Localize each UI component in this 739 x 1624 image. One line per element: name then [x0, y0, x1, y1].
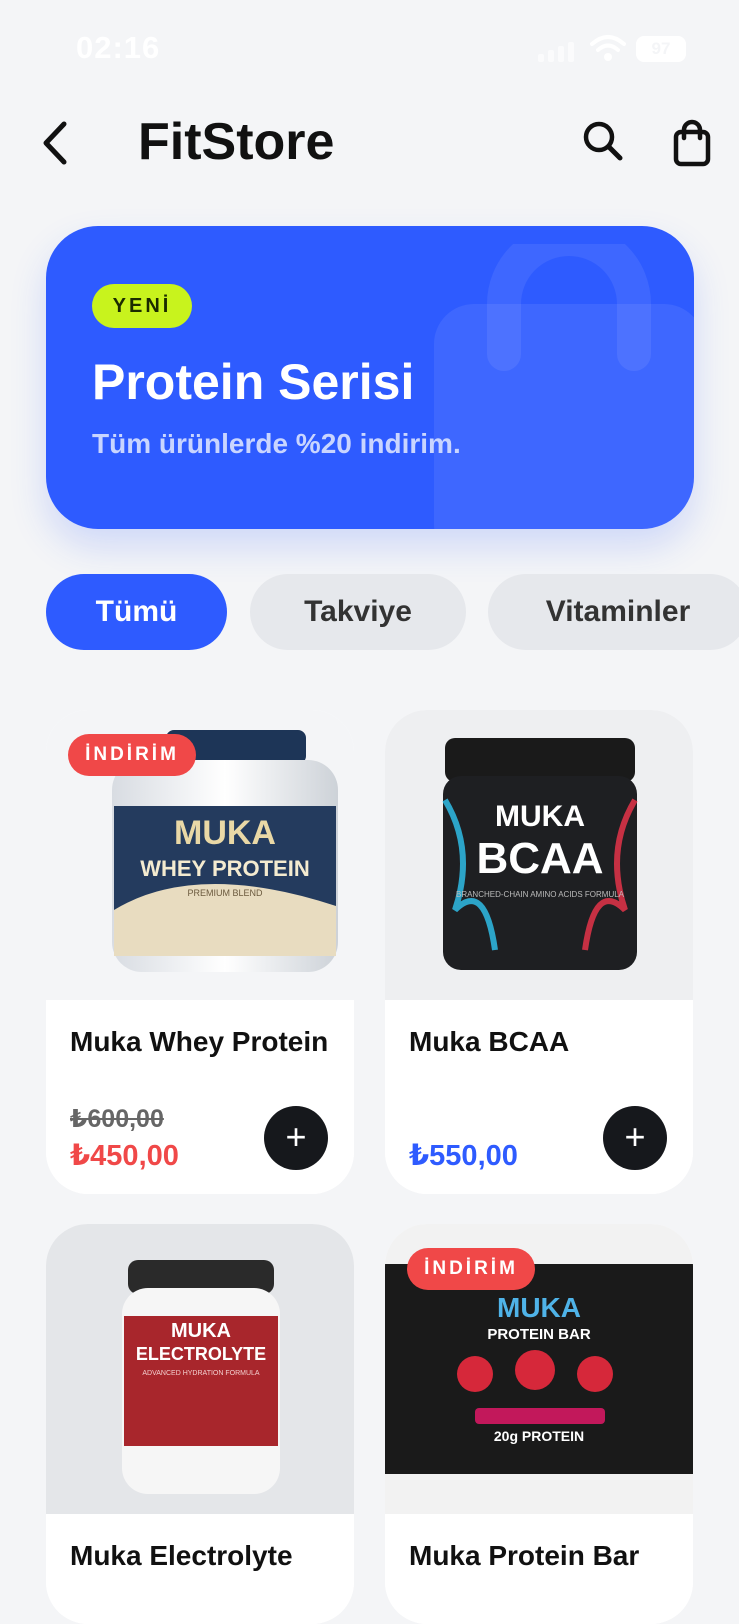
product-image — [46, 1224, 354, 1514]
add-to-cart-button[interactable]: + — [603, 1106, 667, 1170]
product-info: Muka Electrolyte — [46, 1514, 354, 1624]
add-to-cart-button[interactable]: + — [264, 1106, 328, 1170]
old-price: ₺600,00 — [70, 1105, 164, 1133]
product-info: Muka Protein Bar — [385, 1514, 693, 1624]
cart-button[interactable] — [670, 118, 716, 168]
product-name: Muka Whey Protein — [70, 1026, 329, 1057]
chip-all[interactable]: Tümü — [46, 574, 227, 650]
product-card[interactable]: MUKA BCAA BRANCHED-CHAIN AMINO ACIDS FOR… — [385, 710, 693, 1194]
product-name: Muka Protein Bar — [409, 1540, 640, 1571]
product-card[interactable]: İNDİRİM MUKA WHEY PROTEIN PREMIUM BLEND … — [46, 710, 354, 1194]
category-chips: Tümü Takviye Vitaminler — [0, 574, 739, 652]
bag-watermark-icon — [434, 244, 694, 529]
shopping-bag-icon — [673, 119, 711, 167]
product-price: ₺550,00 — [409, 1140, 518, 1172]
product-name: Muka Electrolyte — [70, 1540, 293, 1571]
promo-banner[interactable]: YENİ Protein Serisi Tüm ürünlerde %20 in… — [46, 226, 694, 529]
app-title: FitStore — [138, 113, 335, 171]
wifi-icon — [590, 34, 626, 62]
back-button[interactable] — [36, 118, 76, 168]
discount-badge: İNDİRİM — [68, 734, 196, 776]
product-price: ₺450,00 — [70, 1140, 179, 1172]
package-line: WHEY PROTEIN — [140, 856, 310, 881]
banner-title: Protein Serisi — [92, 354, 415, 410]
package-brand: MUKA — [497, 1292, 581, 1323]
status-bar: 02:16 97 — [0, 0, 739, 100]
chevron-left-icon — [43, 121, 67, 165]
product-name: Muka BCAA — [409, 1026, 570, 1057]
new-badge: YENİ — [92, 284, 192, 328]
package-line: BCAA — [476, 834, 604, 883]
package-subline: BRANCHED-CHAIN AMINO ACIDS FORMULA — [455, 890, 625, 899]
package-brand: MUKA — [171, 1320, 231, 1342]
battery-indicator: 97 — [636, 36, 686, 62]
signal-icon — [538, 40, 576, 62]
package-brand: MUKA — [495, 800, 585, 833]
package-line: ELECTROLYTE — [135, 1344, 267, 1364]
package-subline: ADVANCED HYDRATION FORMULA — [142, 1370, 260, 1377]
chip-supplements[interactable]: Takviye — [250, 574, 466, 650]
banner-subtitle: Tüm ürünlerde %20 indirim. — [92, 428, 461, 459]
product-info: Muka BCAA ₺550,00 + — [385, 1000, 693, 1194]
chip-vitamins[interactable]: Vitaminler — [488, 574, 739, 650]
search-icon — [583, 121, 623, 161]
discount-badge: İNDİRİM — [407, 1248, 535, 1290]
product-info: Muka Whey Protein ₺600,00 ₺450,00 + — [46, 1000, 354, 1194]
status-time: 02:16 — [76, 30, 161, 65]
product-card[interactable]: MUKA ELECTROLYTE ADVANCED HYDRATION FORM… — [46, 1224, 354, 1624]
package-subline: PREMIUM BLEND — [187, 888, 263, 898]
package-line: PROTEIN BAR — [487, 1326, 591, 1343]
package-subline: 20g PROTEIN — [493, 1428, 585, 1444]
product-card[interactable]: İNDİRİM MUKA PROTEIN BAR 20g PROTEIN Muk… — [385, 1224, 693, 1624]
search-button[interactable] — [580, 118, 626, 164]
package-brand: MUKA — [174, 814, 276, 852]
